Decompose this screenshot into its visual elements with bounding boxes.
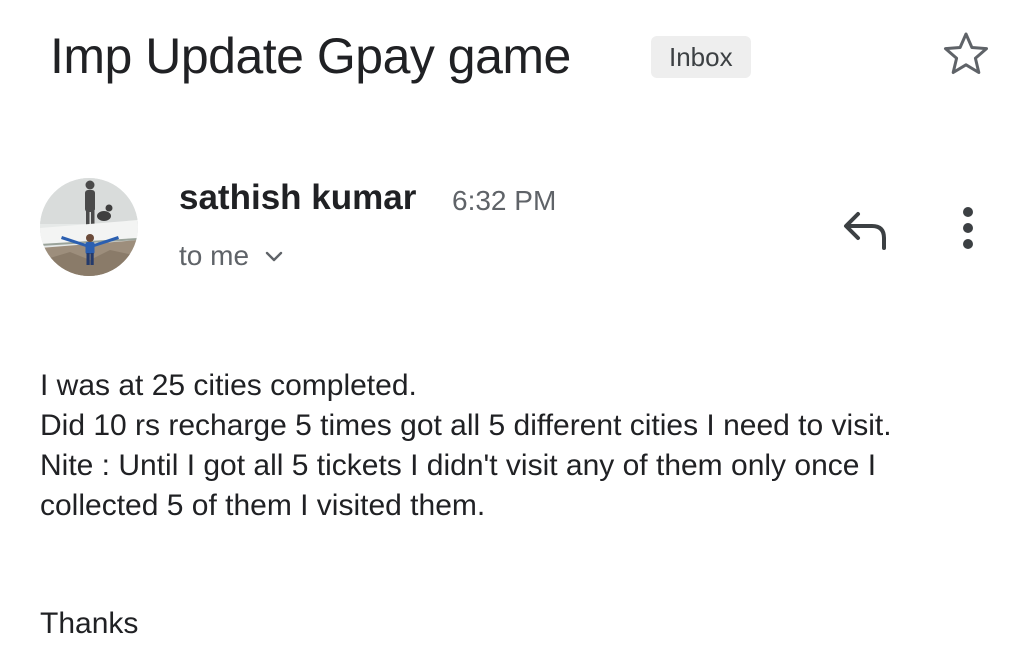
sender-name[interactable]: sathish kumar	[179, 176, 416, 220]
body-line: Nite : Until I got all 5 tickets I didn'…	[40, 449, 877, 522]
sent-time: 6:32 PM	[452, 185, 557, 216]
sender-avatar[interactable]	[40, 178, 138, 276]
email-body: I was at 25 cities completed. Did 10 rs …	[40, 366, 1000, 526]
recipient-details-toggle[interactable]: to me	[179, 236, 285, 276]
avatar-photo	[40, 178, 138, 276]
more-vert-icon[interactable]	[950, 200, 986, 256]
inbox-label-chip[interactable]: Inbox	[651, 36, 751, 78]
email-signoff: Thanks	[40, 607, 139, 640]
email-subject: Imp Update Gpay game	[50, 28, 571, 84]
subject-row: Imp Update Gpay game Inbox	[50, 22, 990, 92]
reply-icon[interactable]	[838, 204, 892, 254]
star-icon[interactable]	[942, 30, 990, 78]
body-line: I was at 25 cities completed.	[40, 369, 417, 402]
body-line: Did 10 rs recharge 5 times got all 5 dif…	[40, 409, 892, 442]
chevron-down-icon	[265, 251, 283, 262]
recipient-label: to me	[179, 240, 250, 271]
